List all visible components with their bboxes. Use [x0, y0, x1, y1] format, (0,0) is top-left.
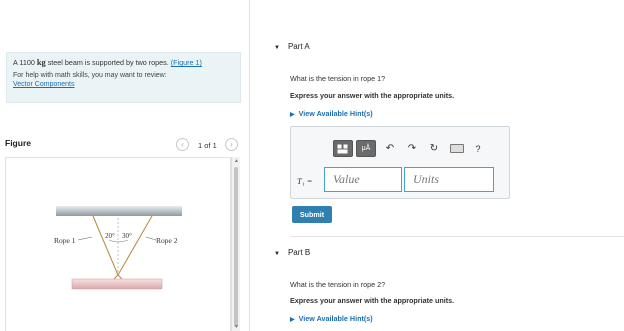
- rope-2-leader: [145, 236, 157, 241]
- help-text: For help with math skills, you may want …: [13, 72, 167, 88]
- collapse-icon: ▼: [274, 251, 280, 257]
- expand-icon: ▶: [290, 112, 295, 118]
- answer-box: μÅ ↶ ↷ ↻ ? T₁ = Value Units: [290, 126, 510, 199]
- scroll-down-icon[interactable]: ▼: [233, 324, 240, 330]
- figure-scrollbar[interactable]: ▲ ▼: [231, 157, 240, 331]
- scroll-thumb[interactable]: [234, 167, 238, 327]
- redo-icon[interactable]: ↷: [401, 140, 423, 157]
- figure-link[interactable]: (Figure 1): [171, 58, 202, 67]
- rope-2-line: [117, 215, 153, 276]
- part-b-hint-link[interactable]: ▶ View Available Hint(s): [290, 314, 373, 323]
- figure-next-button[interactable]: ›: [225, 138, 238, 151]
- hook-2: [117, 274, 123, 280]
- ceiling: [56, 206, 182, 216]
- part-a-hint-link[interactable]: ▶ View Available Hint(s): [290, 109, 373, 118]
- help-button[interactable]: ?: [469, 144, 487, 154]
- vector-components-link[interactable]: Vector Components: [13, 81, 74, 88]
- part-a-question: What is the tension in rope 1?: [290, 74, 386, 83]
- part-separator: [290, 236, 624, 237]
- angle-2-label: 30°: [122, 232, 132, 240]
- submit-button[interactable]: Submit: [292, 206, 332, 223]
- collapse-icon: ▼: [274, 45, 280, 51]
- part-a-header[interactable]: ▼ Part A: [274, 42, 310, 51]
- angle-arc: [108, 239, 129, 243]
- part-b-header[interactable]: ▼ Part B: [274, 248, 310, 257]
- expand-icon: ▶: [290, 317, 295, 323]
- undo-icon[interactable]: ↶: [379, 140, 401, 157]
- part-b-question: What is the tension in rope 2?: [290, 280, 386, 289]
- reset-icon[interactable]: ↻: [423, 140, 445, 157]
- problem-statement: A 1100 kg steel beam is supported by two…: [6, 52, 241, 103]
- beam-diagram: Rope 1 Rope 2 20° 30°: [54, 206, 182, 290]
- value-input[interactable]: Value: [324, 167, 402, 192]
- figure-prev-button[interactable]: ‹: [176, 138, 189, 151]
- problem-text: A 1100 kg steel beam is supported by two…: [13, 58, 202, 67]
- rope-2-label: Rope 2: [156, 236, 178, 245]
- hook-1: [113, 274, 119, 280]
- part-b-instruction: Express your answer with the appropriate…: [290, 296, 455, 305]
- steel-beam: [71, 278, 163, 290]
- figure-title: Figure: [5, 138, 31, 148]
- figure-count: 1 of 1: [198, 141, 217, 150]
- units-button[interactable]: μÅ: [356, 140, 376, 157]
- scroll-up-icon[interactable]: ▲: [233, 158, 240, 164]
- rope-1-line: [92, 215, 119, 276]
- right-panel: ▼ Part A What is the tension in rope 1? E…: [250, 0, 624, 331]
- templates-icon[interactable]: [333, 140, 353, 157]
- part-a-instruction: Express your answer with the appropriate…: [290, 91, 455, 100]
- rope-1-label: Rope 1: [54, 236, 76, 245]
- variable-label: T₁ =: [297, 176, 313, 186]
- figure-canvas: Rope 1 Rope 2 20° 30°: [5, 157, 231, 331]
- keyboard-icon[interactable]: [450, 144, 464, 153]
- rope-1-leader: [77, 236, 93, 241]
- left-panel: A 1100 kg steel beam is supported by two…: [0, 0, 249, 331]
- units-input[interactable]: Units: [404, 167, 494, 192]
- angle-1-label: 20°: [105, 232, 115, 240]
- unit-kg: kg: [36, 58, 46, 67]
- math-toolbar: μÅ ↶ ↷ ↻ ?: [333, 139, 487, 158]
